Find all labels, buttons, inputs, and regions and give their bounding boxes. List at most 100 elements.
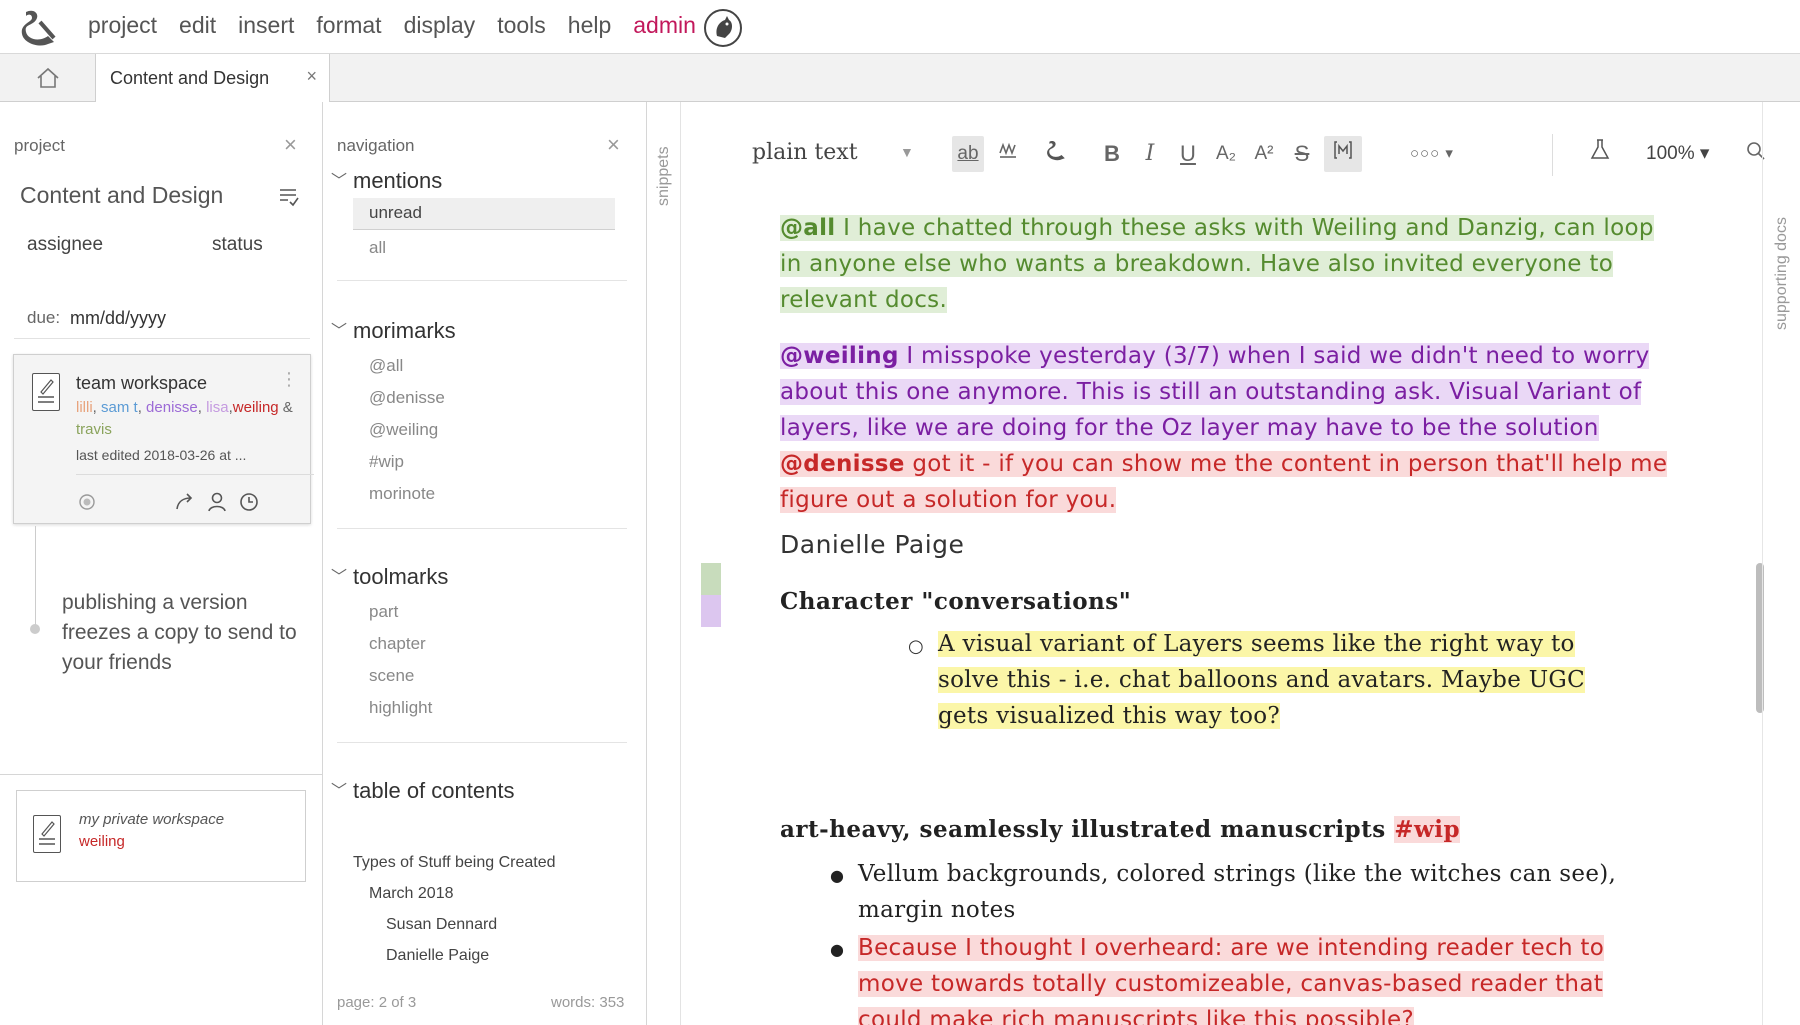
- ab-format-button[interactable]: ab: [952, 136, 984, 172]
- tab-bar: Content and Design ×: [0, 54, 1800, 103]
- nav-item-at-all[interactable]: @all: [369, 356, 403, 376]
- project-panel: project × Content and Design assignee st…: [0, 102, 323, 1025]
- due-label: due:: [27, 308, 61, 327]
- divider: [337, 528, 627, 529]
- private-workspace-card[interactable]: my private workspace weiling: [16, 790, 306, 882]
- publish-circle-icon[interactable]: [76, 491, 98, 513]
- status-label[interactable]: status: [212, 234, 263, 256]
- underline-mark-button[interactable]: [992, 136, 1024, 172]
- share-icon[interactable]: [174, 491, 196, 513]
- home-tab[interactable]: [0, 54, 96, 102]
- divider: [337, 280, 627, 281]
- nav-item-chapter[interactable]: chapter: [369, 634, 426, 654]
- member-name[interactable]: weiling: [233, 399, 279, 416]
- purple-margin-mark[interactable]: [701, 595, 721, 627]
- mention-denisse[interactable]: @denisse: [780, 451, 905, 477]
- member-name[interactable]: sam t: [101, 399, 138, 416]
- paragraph-style-select[interactable]: plain text: [752, 140, 858, 165]
- main-menu: project edit insert format display tools…: [88, 12, 718, 39]
- section-mentions[interactable]: ﹀ mentions: [331, 168, 442, 194]
- menu-format[interactable]: format: [316, 12, 381, 39]
- member-name[interactable]: travis: [76, 421, 112, 438]
- toc-item[interactable]: Susan Dennard: [386, 916, 497, 934]
- menu-display[interactable]: display: [404, 12, 476, 39]
- timeline-line: [35, 526, 36, 626]
- member-separator: ,: [197, 399, 207, 416]
- bullet-item: Because I thought I overheard: are we in…: [858, 930, 1658, 1025]
- nav-item-part[interactable]: part: [369, 602, 398, 622]
- menu-edit[interactable]: edit: [179, 12, 216, 39]
- section-morimarks[interactable]: ﹀ morimarks: [331, 318, 456, 344]
- nav-item-at-denisse[interactable]: @denisse: [369, 388, 445, 408]
- morimark-button[interactable]: [1040, 136, 1072, 172]
- supporting-docs-strip[interactable]: supporting docs: [1762, 102, 1800, 1025]
- toc-item[interactable]: Danielle Paige: [386, 947, 489, 965]
- card-menu-icon[interactable]: ⋮: [280, 369, 298, 390]
- section-label: toolmarks: [353, 564, 449, 589]
- bold-button[interactable]: B: [1096, 136, 1128, 172]
- chevron-down-icon: ﹀: [331, 783, 348, 800]
- flask-button[interactable]: [1584, 136, 1616, 172]
- menu-tools[interactable]: tools: [497, 12, 546, 39]
- assignee-label[interactable]: assignee: [27, 234, 103, 256]
- due-date-input[interactable]: mm/dd/yyyy: [70, 308, 166, 329]
- more-options-button[interactable]: ○○○ ▾: [1410, 136, 1454, 172]
- member-name[interactable]: lisa: [206, 399, 229, 416]
- comment-weiling: @weiling I misspoke yesterday (3/7) when…: [780, 338, 1670, 518]
- rooster-avatar-icon[interactable]: [703, 8, 743, 48]
- card-last-edited: last edited 2018-03-26 at ...: [76, 447, 247, 463]
- nav-item-unread[interactable]: unread: [353, 198, 615, 230]
- menu-project[interactable]: project: [88, 12, 157, 39]
- toc-item[interactable]: Types of Stuff being Created: [353, 854, 556, 872]
- nav-item-at-weiling[interactable]: @weiling: [369, 420, 438, 440]
- section-toolmarks[interactable]: ﹀ toolmarks: [331, 564, 448, 590]
- wip-tag[interactable]: #wip: [1394, 816, 1461, 843]
- clock-icon[interactable]: [238, 491, 260, 513]
- highlighted-text: Because I thought I overheard: are we in…: [858, 935, 1605, 1025]
- zoom-select[interactable]: 100% ▾: [1646, 142, 1709, 165]
- green-margin-mark[interactable]: [701, 563, 721, 595]
- section-label: table of contents: [353, 778, 515, 803]
- section-table-of-contents[interactable]: ﹀ table of contents: [331, 778, 514, 804]
- nav-item-scene[interactable]: scene: [369, 666, 414, 686]
- nav-item-morinote[interactable]: morinote: [369, 484, 435, 504]
- app-logo-icon[interactable]: [18, 8, 58, 46]
- supporting-docs-label[interactable]: supporting docs: [1773, 217, 1791, 330]
- subscript-button[interactable]: A₂: [1210, 136, 1242, 172]
- section-label: morimarks: [353, 318, 456, 343]
- user-icon[interactable]: [206, 491, 228, 513]
- divider: [0, 774, 323, 775]
- strikethrough-button[interactable]: S: [1286, 136, 1318, 172]
- underline-button[interactable]: U: [1172, 136, 1204, 172]
- private-workspace-title: my private workspace: [79, 811, 225, 828]
- project-panel-close-icon[interactable]: ×: [284, 132, 297, 158]
- menu-admin[interactable]: admin: [633, 12, 696, 39]
- italic-button[interactable]: I: [1134, 136, 1166, 172]
- mention-all[interactable]: @all: [780, 215, 836, 241]
- navigation-close-icon[interactable]: ×: [607, 132, 620, 158]
- nav-item-all[interactable]: all: [369, 238, 386, 258]
- caret-down-icon[interactable]: ▼: [900, 144, 914, 160]
- nav-item-highlight[interactable]: highlight: [369, 698, 432, 718]
- team-workspace-card[interactable]: team workspace ⋮ lilli, sam t, denisse, …: [13, 354, 314, 524]
- snippets-strip[interactable]: snippets: [647, 102, 681, 1025]
- mention-weiling[interactable]: @weiling: [780, 343, 899, 369]
- menu-help[interactable]: help: [568, 12, 611, 39]
- member-name[interactable]: lilli: [76, 399, 93, 416]
- tab-content-and-design[interactable]: Content and Design ×: [96, 54, 330, 103]
- markup-button[interactable]: [1324, 136, 1362, 172]
- divider: [76, 474, 314, 475]
- superscript-button[interactable]: A²: [1248, 136, 1280, 172]
- member-name[interactable]: denisse: [146, 399, 198, 416]
- tab-close-icon[interactable]: ×: [306, 66, 317, 87]
- menu-insert[interactable]: insert: [238, 12, 294, 39]
- toc-item[interactable]: March 2018: [369, 885, 454, 903]
- member-separator: &: [278, 399, 293, 416]
- nav-item-wip[interactable]: #wip: [369, 452, 404, 472]
- snippets-label[interactable]: snippets: [655, 146, 673, 206]
- divider: [337, 742, 627, 743]
- section-label: mentions: [353, 168, 443, 193]
- toolbar-divider: [1552, 134, 1553, 176]
- checklist-icon[interactable]: [278, 186, 300, 208]
- flask-icon: [1590, 139, 1610, 159]
